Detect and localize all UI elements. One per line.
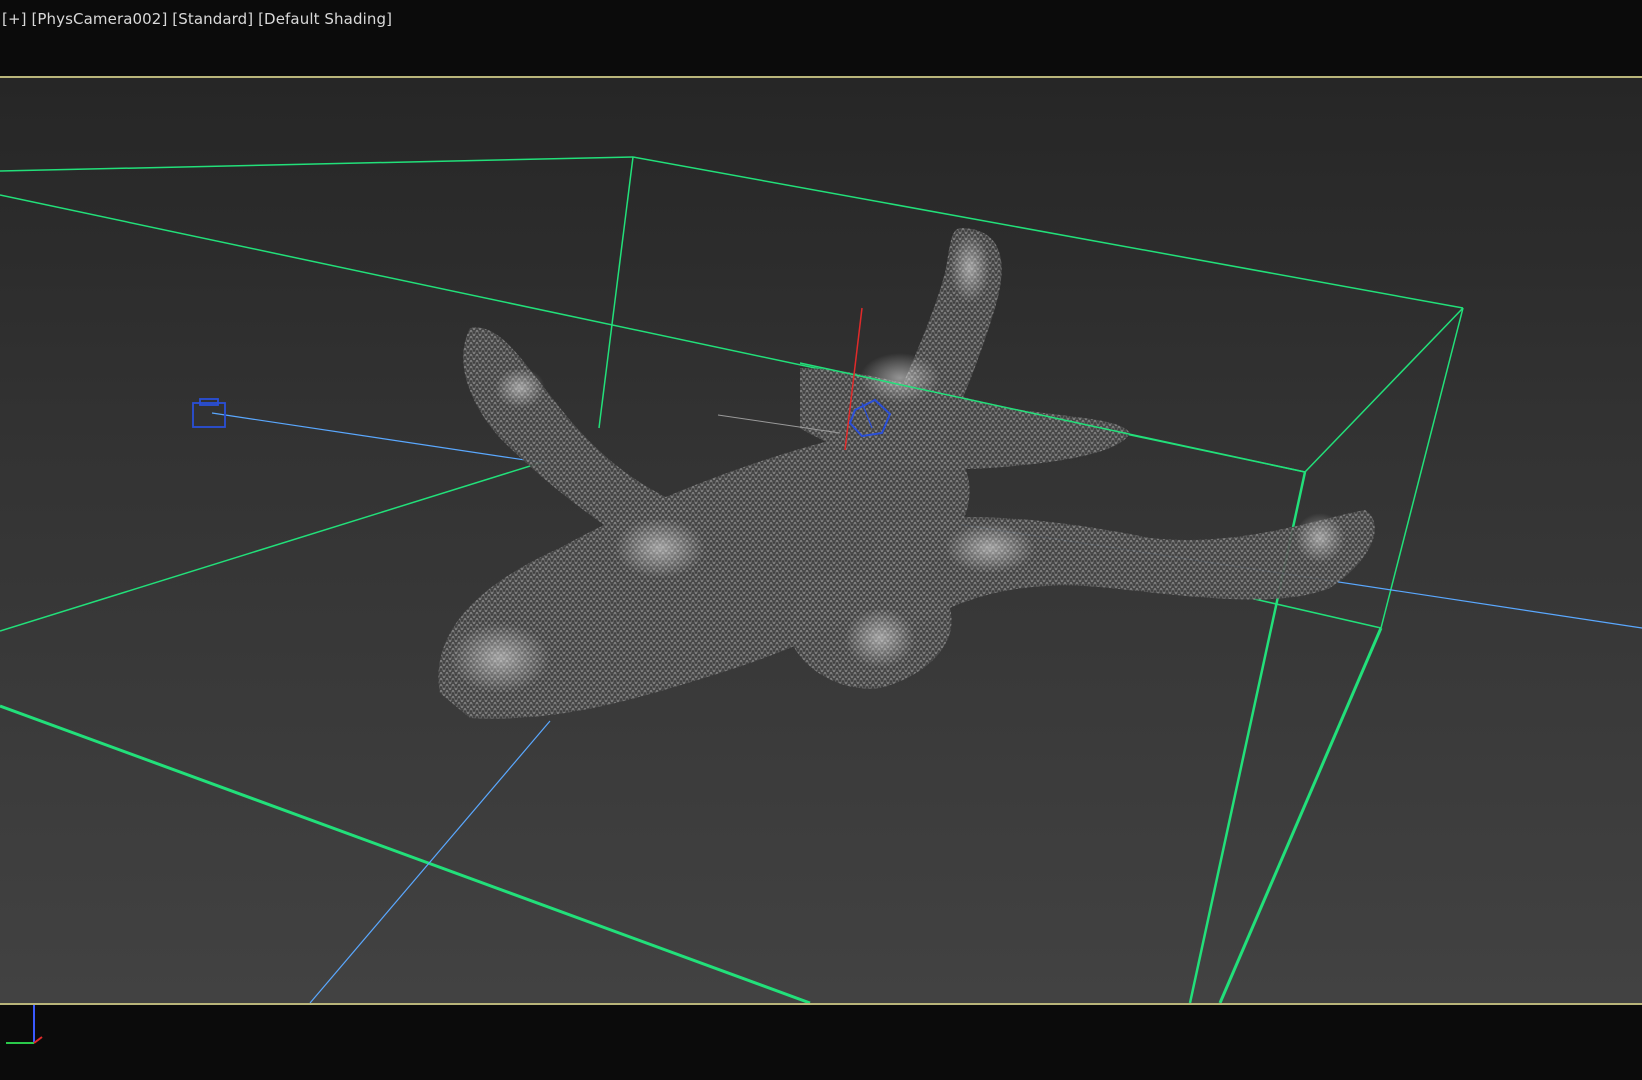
scene-canvas[interactable] bbox=[0, 78, 1642, 1003]
viewport-header: [+] [PhysCamera002] [Standard] [Default … bbox=[0, 0, 1642, 78]
viewport-shading-menu[interactable]: [Default Shading] bbox=[258, 10, 392, 28]
axis-tripod-icon bbox=[6, 1005, 43, 1044]
viewport-footer bbox=[0, 1003, 1642, 1080]
viewport-window[interactable]: [+] [PhysCamera002] [Standard] [Default … bbox=[0, 0, 1642, 1080]
viewport-render-mode-menu[interactable]: [Standard] bbox=[172, 10, 253, 28]
viewport-scene[interactable] bbox=[0, 78, 1642, 1003]
viewport-menu-plus[interactable]: [+] bbox=[2, 10, 27, 28]
viewport-camera-menu[interactable]: [PhysCamera002] bbox=[31, 10, 167, 28]
airplane-point-cloud[interactable] bbox=[438, 228, 1375, 719]
viewport-label: [+] [PhysCamera002] [Standard] [Default … bbox=[2, 10, 392, 28]
camera-icon[interactable] bbox=[192, 398, 226, 428]
